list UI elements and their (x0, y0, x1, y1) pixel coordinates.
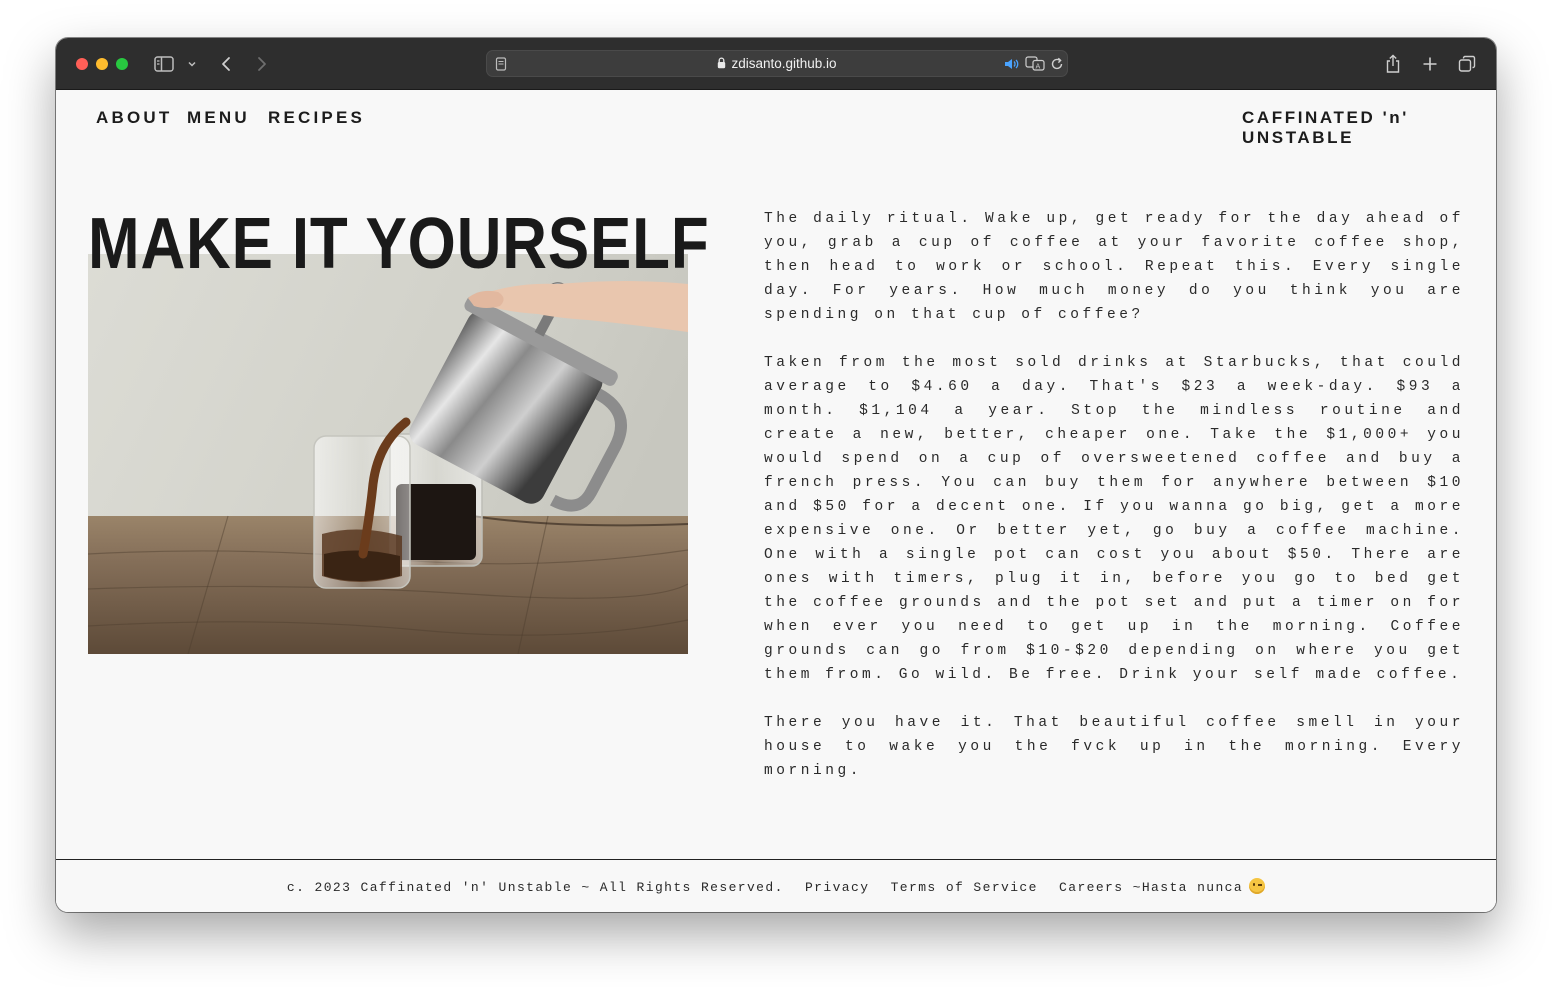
forward-icon[interactable] (252, 52, 272, 76)
web-page: ABOUT MENU RECIPES CAFFINATED 'n' UNSTAB… (56, 91, 1496, 912)
sidebar-toggle-icon[interactable] (152, 52, 176, 76)
article-body: The daily ritual. Wake up, get ready for… (764, 207, 1464, 807)
url-text: zdisanto.github.io (731, 56, 837, 71)
article-paragraph: There you have it. That beautiful coffee… (764, 715, 1464, 779)
nav-menu-link[interactable]: MENU (187, 108, 250, 128)
address-bar[interactable]: zdisanto.github.io A (486, 50, 1068, 77)
new-tab-icon[interactable] (1419, 52, 1441, 76)
speaker-icon[interactable] (1004, 56, 1019, 75)
nav-about-link[interactable]: ABOUT (96, 108, 172, 128)
browser-window: zdisanto.github.io A ABOUT MENU RECIPES … (56, 38, 1496, 912)
translate-icon[interactable]: A (1025, 56, 1045, 75)
share-icon[interactable] (1382, 52, 1404, 76)
site-brand[interactable]: CAFFINATED 'n' UNSTABLE (1242, 108, 1496, 148)
article-paragraph: The daily ritual. Wake up, get ready for… (764, 211, 1464, 323)
page-title: MAKE IT YOURSELF (88, 204, 710, 284)
nav-recipes-link[interactable]: RECIPES (268, 108, 365, 128)
terms-link[interactable]: Terms of Service (891, 880, 1038, 895)
privacy-link[interactable]: Privacy (805, 880, 869, 895)
close-window-button[interactable] (76, 58, 88, 70)
lock-icon (717, 57, 726, 72)
reload-icon[interactable] (1050, 56, 1064, 75)
tab-overview-icon[interactable] (1456, 52, 1478, 76)
zoom-window-button[interactable] (116, 58, 128, 70)
careers-link[interactable]: Careers ~Hasta nunca (1059, 880, 1243, 895)
winking-face-icon (1249, 878, 1266, 894)
svg-text:A: A (1036, 63, 1041, 71)
browser-toolbar: zdisanto.github.io A (56, 38, 1496, 90)
copyright-text: c. 2023 Caffinated 'n' Unstable ~ All Ri… (286, 880, 784, 895)
site-footer: c. 2023 Caffinated 'n' Unstable ~ All Ri… (56, 859, 1496, 912)
minimize-window-button[interactable] (96, 58, 108, 70)
french-press-photo (88, 254, 688, 654)
back-icon[interactable] (216, 52, 236, 76)
article-paragraph: Taken from the most sold drinks at Starb… (764, 355, 1464, 683)
chevron-down-icon[interactable] (184, 52, 200, 76)
